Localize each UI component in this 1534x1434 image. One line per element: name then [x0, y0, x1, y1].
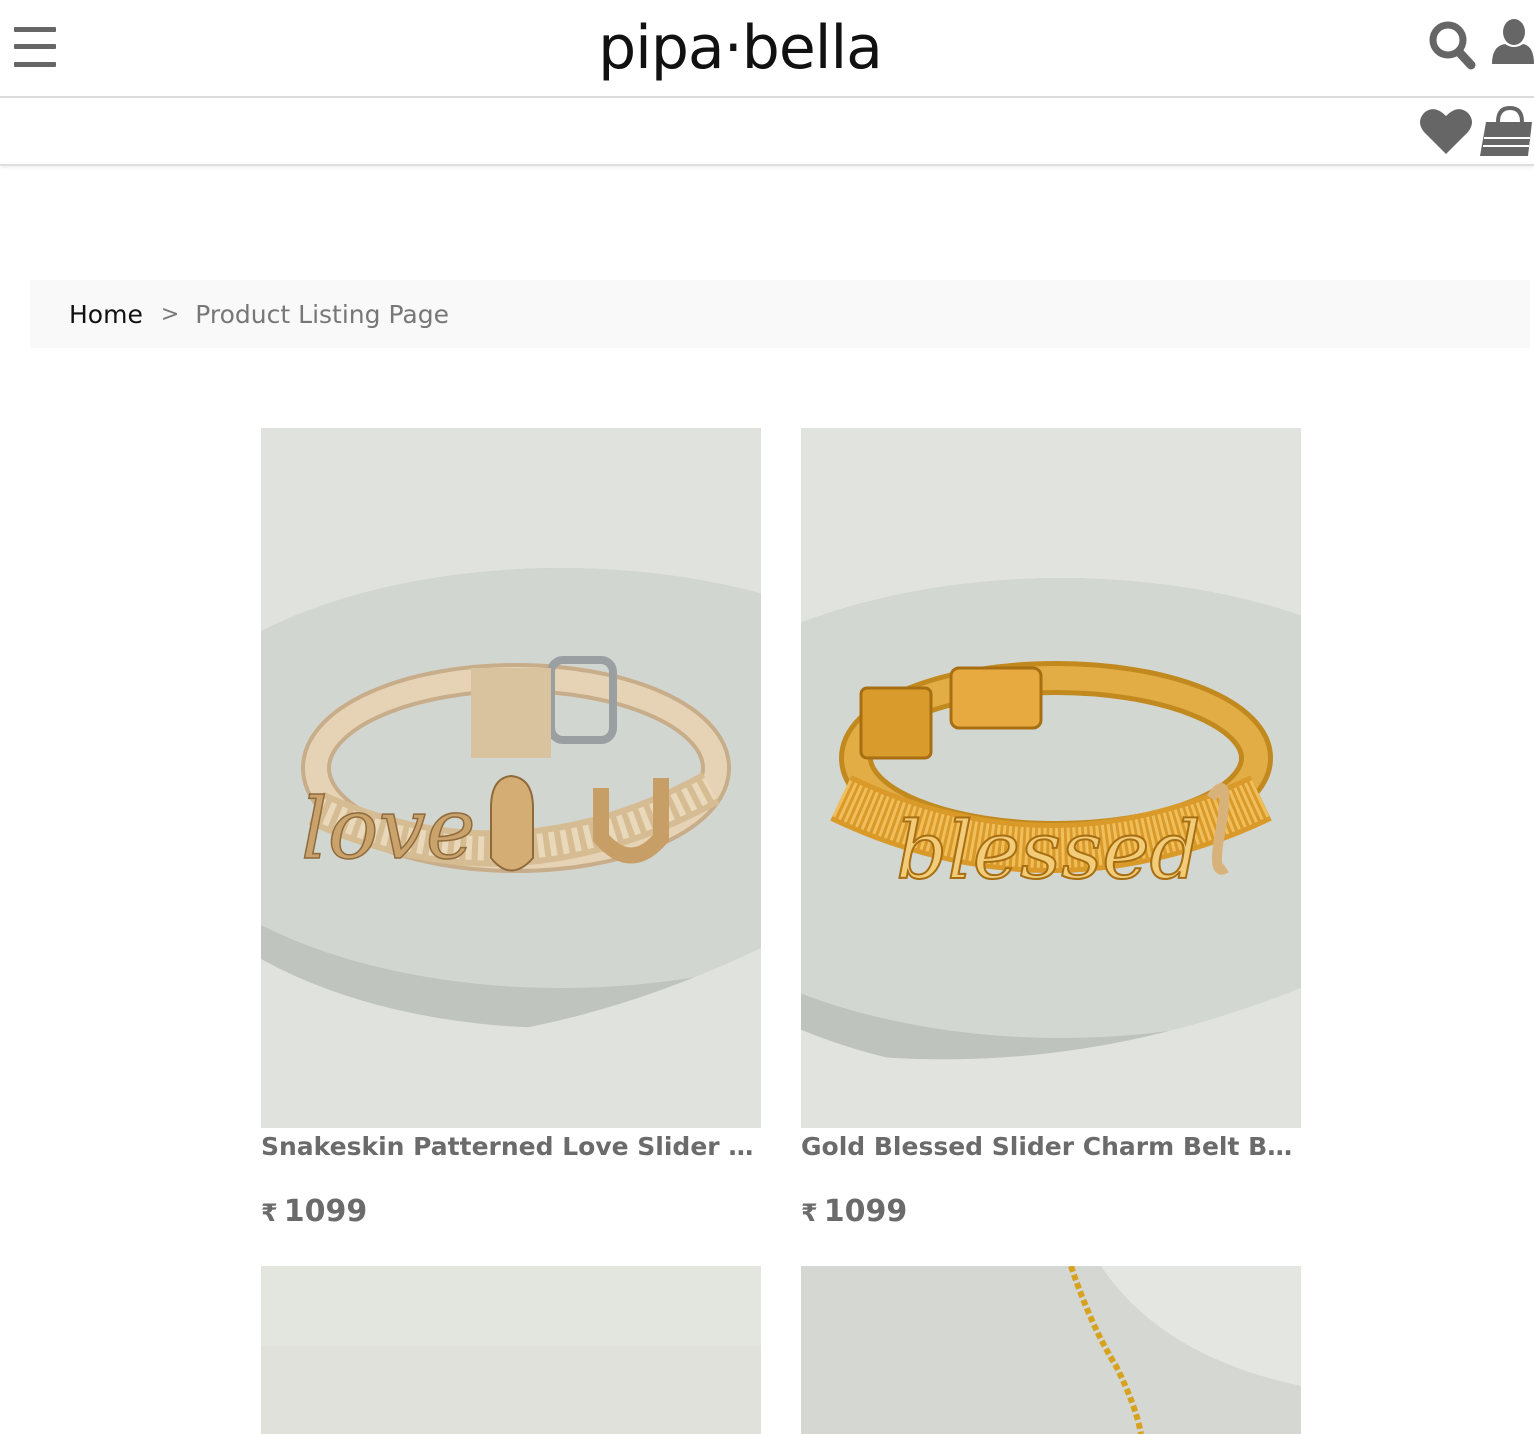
secondary-bar: [0, 100, 1534, 166]
search-icon[interactable]: [1428, 20, 1476, 70]
product-image[interactable]: [261, 1266, 761, 1434]
heart-icon[interactable]: [1418, 106, 1474, 156]
currency-symbol: ₹: [261, 1199, 278, 1227]
menu-icon[interactable]: [12, 24, 58, 70]
currency-symbol: ₹: [801, 1199, 818, 1227]
price-value: 1099: [823, 1194, 908, 1229]
breadcrumb-current: Product Listing Page: [195, 299, 449, 329]
shopping-bag-icon[interactable]: [1478, 102, 1534, 158]
blessed-charm: blessed: [896, 804, 1201, 897]
user-icon[interactable]: [1490, 18, 1534, 66]
breadcrumb-home-link[interactable]: Home: [69, 300, 143, 329]
breadcrumb-separator: >: [160, 301, 180, 327]
product-card[interactable]: blessed Gold Blessed Slider Charm Belt B…: [801, 428, 1301, 1229]
site-logo[interactable]: pipa·bella: [566, 8, 914, 88]
breadcrumb: Home > Product Listing Page: [30, 280, 1530, 348]
product-title[interactable]: Gold Blessed Slider Charm Belt Bracelet: [801, 1132, 1301, 1166]
product-image[interactable]: blessed: [801, 428, 1301, 1128]
product-price: ₹1099: [261, 1194, 761, 1229]
product-image[interactable]: [801, 1266, 1301, 1434]
price-value: 1099: [283, 1194, 368, 1229]
product-price: ₹1099: [801, 1194, 1301, 1229]
love-charm: love: [301, 780, 476, 878]
product-card[interactable]: love Snakeskin Patterned Love Slider Cha…: [261, 428, 761, 1229]
product-title[interactable]: Snakeskin Patterned Love Slider Charm Be…: [261, 1132, 761, 1166]
site-header: pipa·bella: [0, 0, 1534, 98]
product-image[interactable]: love: [261, 428, 761, 1128]
